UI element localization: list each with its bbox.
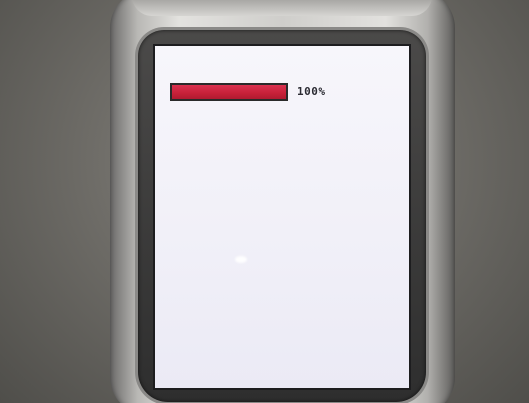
photo-scene: 100% <box>0 0 529 403</box>
device-top-edge <box>132 0 432 16</box>
progress-percent-label: 100% <box>297 85 326 98</box>
device-screen: 100% <box>153 44 411 390</box>
progress-bar <box>170 83 288 101</box>
progress-fill <box>172 85 286 99</box>
screen-glare <box>235 256 247 263</box>
